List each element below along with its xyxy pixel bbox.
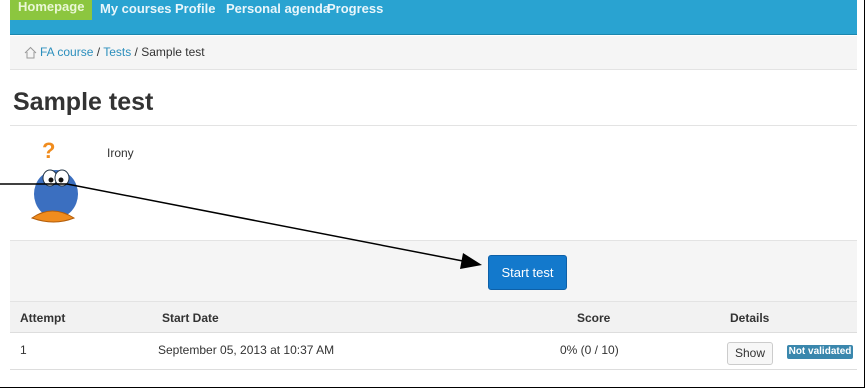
page-title: Sample test <box>13 88 154 116</box>
attempts-table-header: Attempt Start Date Score Details <box>10 302 857 333</box>
column-header-score: Score <box>577 311 611 325</box>
test-description: Irony <box>107 146 134 160</box>
top-navigation: Homepage My courses Profile Personal age… <box>10 0 857 35</box>
breadcrumb-course-link[interactable]: FA course <box>40 45 93 59</box>
nav-profile[interactable]: Profile <box>175 0 215 20</box>
svg-text:?: ? <box>42 138 55 163</box>
cell-attempt: 1 <box>20 343 27 357</box>
cell-start-date: September 05, 2013 at 10:37 AM <box>158 343 335 357</box>
divider <box>10 125 857 126</box>
start-test-button[interactable]: Start test <box>488 255 567 290</box>
nav-my-courses[interactable]: My courses <box>100 0 172 20</box>
column-header-attempt: Attempt <box>20 311 66 325</box>
start-panel <box>10 240 857 302</box>
breadcrumb-current: Sample test <box>141 45 205 59</box>
nav-homepage[interactable]: Homepage <box>10 0 93 20</box>
show-button[interactable]: Show <box>727 342 773 365</box>
nav-personal-agenda[interactable]: Personal agenda <box>226 0 330 20</box>
breadcrumb: FA course / Tests / Sample test <box>10 36 857 70</box>
breadcrumb-separator: / <box>134 45 138 59</box>
breadcrumb-tests-link[interactable]: Tests <box>103 45 131 59</box>
home-icon[interactable] <box>24 46 37 59</box>
breadcrumb-separator: / <box>96 45 101 59</box>
cell-score: 0% (0 / 10) <box>560 343 619 357</box>
status-badge: Not validated <box>787 345 853 359</box>
nav-progress[interactable]: Progress <box>327 0 383 20</box>
column-header-start-date: Start Date <box>162 311 219 325</box>
question-mascot-icon: ? <box>30 138 78 223</box>
column-header-details: Details <box>730 311 770 325</box>
